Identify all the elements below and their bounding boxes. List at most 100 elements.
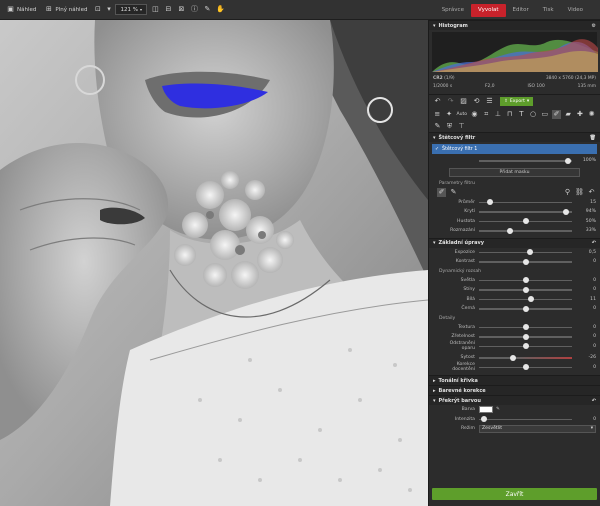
crop-tool-icon[interactable]: ⌗ xyxy=(482,110,491,119)
menu-icon[interactable]: ≡ xyxy=(433,110,442,119)
dyn-cerna-knob[interactable] xyxy=(522,305,529,312)
chroma-knob[interactable] xyxy=(522,364,529,370)
camera-icon[interactable]: ◉ xyxy=(470,110,479,119)
heal-icon[interactable]: ✚ xyxy=(576,110,585,119)
basic-kontrast-slider[interactable] xyxy=(479,258,572,265)
brush-settings-icon[interactable]: ⚲ xyxy=(563,188,572,197)
zoom-field[interactable]: 121 % ▾ xyxy=(115,4,147,15)
histogram-settings-icon[interactable]: ⚙ xyxy=(592,23,596,29)
brush-icon[interactable]: ✐ xyxy=(552,110,561,119)
dyn-cerna-slider[interactable] xyxy=(479,305,572,312)
tab-video[interactable]: Video xyxy=(561,4,590,17)
param-rozmazani-knob[interactable] xyxy=(506,227,513,234)
detail-odstraneni-oparu-knob[interactable] xyxy=(522,343,529,349)
brush-filter-header[interactable]: ▾ Štětcový filtr 🗑 xyxy=(429,132,600,142)
reset-basic-icon[interactable]: ↶ xyxy=(592,240,596,246)
histogram-svg xyxy=(432,39,598,72)
reset-params-icon[interactable]: ↶ xyxy=(587,188,596,197)
dyn-bila-knob[interactable] xyxy=(528,296,535,302)
tonal-curve-header[interactable]: ▸ Tonální křivka xyxy=(429,375,600,385)
param-kryti-knob[interactable] xyxy=(563,208,570,215)
tab-vyvolat[interactable]: Vyvolat xyxy=(470,3,506,17)
dyn-bila-slider[interactable] xyxy=(479,296,572,302)
tab-editor[interactable]: Editor xyxy=(506,4,536,17)
circle-mask-icon[interactable]: ○ xyxy=(529,110,538,119)
shield-icon[interactable]: ⛨ xyxy=(445,122,454,131)
brush-filter-item[interactable]: ✓ Štětcový filtr 1 xyxy=(432,144,597,154)
saturation-knob[interactable] xyxy=(510,354,517,361)
photo-canvas[interactable] xyxy=(0,20,428,506)
eyedropper-icon[interactable]: ✎ xyxy=(496,407,500,412)
basic-adjustments-header[interactable]: ▾ Základní úpravy ↶ xyxy=(429,237,600,248)
dyn-svetla-slider[interactable] xyxy=(479,277,572,283)
crop-icon[interactable]: ⊠ xyxy=(177,5,186,14)
trash-icon[interactable]: 🗑 xyxy=(590,135,596,141)
intensity-label: Intenzita xyxy=(454,416,475,422)
saturation-slider[interactable] xyxy=(479,354,572,361)
pen-icon[interactable]: ✎ xyxy=(433,122,442,131)
detail-zretelnost-slider[interactable] xyxy=(479,333,572,340)
reset-icon[interactable]: ⟲ xyxy=(472,97,481,106)
checkbox-icon[interactable]: ✓ xyxy=(435,147,439,152)
link-icon[interactable]: ⛓ xyxy=(575,188,584,197)
detail-textura-knob[interactable] xyxy=(522,324,529,330)
close-button[interactable]: Zavřít xyxy=(432,488,597,500)
clone-icon[interactable]: ⊤ xyxy=(457,122,466,131)
full-preview-button[interactable]: ⊞ Plný náhled xyxy=(42,5,89,14)
basic-expozice-slider[interactable] xyxy=(479,249,572,255)
param-hustota-slider[interactable] xyxy=(479,218,572,224)
auto-label[interactable]: Auto xyxy=(456,112,467,117)
aperture: F2,0 xyxy=(485,83,495,89)
intensity-knob[interactable] xyxy=(480,416,487,422)
color-swatch[interactable] xyxy=(479,406,493,414)
wand-icon[interactable]: ✦ xyxy=(445,110,454,119)
history-icon[interactable]: ☰ xyxy=(485,97,494,106)
perspective-icon[interactable]: ⊓ xyxy=(505,110,514,119)
sun-icon[interactable]: ✺ xyxy=(587,110,596,119)
export-button[interactable]: ⇪ Export ▾ xyxy=(500,97,534,106)
overlay-color-header[interactable]: ▾ Překrýt barvou ↶ xyxy=(429,395,600,405)
gradient-icon[interactable]: ▭ xyxy=(540,110,549,119)
param-rozmazani-slider[interactable] xyxy=(479,227,572,234)
reset-overlay-icon[interactable]: ↶ xyxy=(592,398,596,404)
add-mask-button[interactable]: Přidat masku xyxy=(449,167,580,177)
color-correction-header[interactable]: ▸ Barevné korekce xyxy=(429,385,600,395)
redo-icon[interactable]: ↷ xyxy=(446,97,455,106)
mode-select[interactable]: Zesvětlit ▾ xyxy=(479,424,596,433)
basic-kontrast-knob[interactable] xyxy=(522,258,529,265)
fit-icon[interactable]: ⊡ xyxy=(93,5,102,14)
preview-button[interactable]: ▣ Náhled xyxy=(4,5,38,14)
param-prumer-slider[interactable] xyxy=(479,199,572,205)
opacity-knob[interactable] xyxy=(564,157,571,164)
detail-odstraneni-oparu-row: Odstranění oparu 0 xyxy=(429,341,600,351)
grid-icon[interactable]: ⊟ xyxy=(164,5,173,14)
eraser-icon[interactable]: ▰ xyxy=(564,110,573,119)
histogram-header[interactable]: ▾ Histogram ⚙ xyxy=(429,20,600,30)
dyn-stiny-knob[interactable] xyxy=(522,286,529,293)
dropdown-arrow-icon[interactable]: ▾ xyxy=(106,5,111,14)
undo-icon[interactable]: ↶ xyxy=(433,97,442,106)
text-icon[interactable]: T xyxy=(517,110,526,119)
hand-icon[interactable]: ✋ xyxy=(216,5,225,14)
tab-tisk[interactable]: Tisk xyxy=(536,4,561,17)
param-hustota-knob[interactable] xyxy=(522,218,529,224)
info-icon[interactable]: ⓘ xyxy=(190,5,199,14)
basic-expozice-knob[interactable] xyxy=(527,249,534,255)
param-kryti-slider[interactable] xyxy=(479,208,572,215)
opacity-slider[interactable] xyxy=(479,157,572,164)
detail-textura-slider[interactable] xyxy=(479,324,572,330)
brush-erase-icon[interactable]: ✎ xyxy=(449,188,458,197)
intensity-slider[interactable] xyxy=(479,416,572,422)
eyedropper-icon[interactable]: ✎ xyxy=(203,5,212,14)
straighten-icon[interactable]: ⊥ xyxy=(494,110,503,119)
compare-icon[interactable]: ◫ xyxy=(151,5,160,14)
tab-spravce[interactable]: Správce xyxy=(435,4,471,17)
image-icon[interactable]: ▨ xyxy=(459,97,468,106)
detail-odstraneni-oparu-slider[interactable] xyxy=(479,343,572,349)
dyn-svetla-knob[interactable] xyxy=(522,277,529,283)
chroma-slider[interactable] xyxy=(479,364,572,370)
param-prumer-knob[interactable] xyxy=(487,199,494,205)
dyn-stiny-slider[interactable] xyxy=(479,286,572,293)
detail-zretelnost-knob[interactable] xyxy=(522,333,529,340)
brush-add-icon[interactable]: ✐ xyxy=(437,188,446,197)
